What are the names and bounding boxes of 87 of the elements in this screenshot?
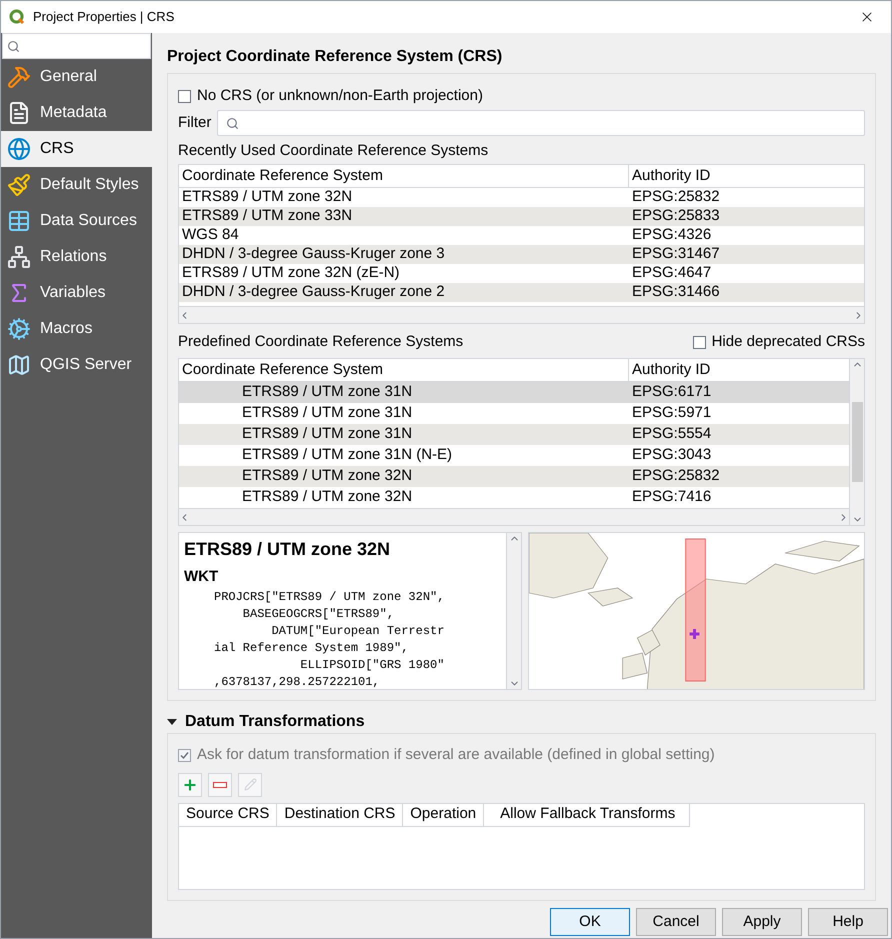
search-icon xyxy=(226,116,240,130)
dialog-button[interactable]: Cancel xyxy=(636,908,716,936)
table-cell-text: EPSG:3043 xyxy=(631,445,712,466)
add-button[interactable] xyxy=(178,772,202,796)
table-cell-text: EPSG:5971 xyxy=(631,403,712,424)
filter-field[interactable] xyxy=(217,110,865,136)
wkt-heading: WKT xyxy=(184,567,220,587)
column-header[interactable]: Operation xyxy=(403,804,484,826)
section-heading: Datum Transformations xyxy=(185,712,365,732)
sidebar-item[interactable]: Metadata xyxy=(1,95,152,131)
sidebar-item[interactable]: Macros xyxy=(1,311,152,347)
wkt-text: PROJCRS["ETRS89 / UTM zone 32N", BASEGEOGCRS["ETRS89", DATUM["European Terrestr ial Reference System 1989", ELLIPSOID["GRS 1980" ,6378137,298.257222101, xyxy=(213,588,446,689)
dialog-button[interactable]: Help xyxy=(808,908,888,936)
column-header[interactable]: Coordinate Reference System xyxy=(179,164,629,188)
pencil-icon xyxy=(244,778,256,791)
table-cell-text: ETRS89 / UTM zone 33N xyxy=(181,206,354,226)
horizontal-scrollbar[interactable] xyxy=(179,508,849,525)
table-cell-text: EPSG:6171 xyxy=(631,382,712,402)
column-header[interactable]: Destination CRS xyxy=(277,804,404,826)
table-cell-text: EPSG:4647 xyxy=(631,263,712,284)
map-icon xyxy=(7,353,31,377)
table-cell-text: EPSG:7416 xyxy=(631,487,712,508)
table-cell-text: ETRS89 / UTM zone 31N xyxy=(241,382,414,402)
plus-icon xyxy=(182,776,198,792)
check-icon xyxy=(180,750,189,760)
checkbox-label: Ask for datum transformation if several are available (defined in global setting) xyxy=(197,745,715,765)
sidebar-search-field[interactable] xyxy=(2,33,151,59)
column-header[interactable]: Coordinate Reference System xyxy=(179,358,629,382)
table-cell-text: EPSG:25832 xyxy=(631,466,721,486)
table-title: Predefined Coordinate Reference Systems xyxy=(178,332,464,352)
table-cell-text: ETRS89 / UTM zone 31N (N-E) xyxy=(241,445,454,466)
table-cell-text: EPSG:25832 xyxy=(631,187,721,208)
sidebar-item[interactable]: Default Styles xyxy=(1,167,152,203)
sidebar-item[interactable]: Data Sources xyxy=(1,203,152,239)
gear-icon xyxy=(7,317,31,341)
column-header[interactable]: Allow Fallback Transforms xyxy=(484,804,690,826)
table-icon xyxy=(7,209,31,233)
table-cell-text: ETRS89 / UTM zone 32N xyxy=(181,187,354,208)
table-row[interactable]: ETRS89 / UTM zone 31N EPSG:6171 xyxy=(179,382,849,403)
column-header[interactable]: Source CRS xyxy=(179,804,278,826)
table-cell-text: ETRS89 / UTM zone 32N xyxy=(241,466,414,486)
app-logo-icon xyxy=(9,9,25,25)
vertical-scrollbar[interactable] xyxy=(506,533,521,689)
checkbox-label: Hide deprecated CRSs xyxy=(712,332,865,352)
collapse-arrow-icon[interactable] xyxy=(167,717,177,727)
minus-icon xyxy=(213,782,227,788)
table-cell-text: ETRS89 / UTM zone 31N xyxy=(241,403,414,424)
table-cell-text: EPSG:31467 xyxy=(631,244,721,264)
table-cell-text: ETRS89 / UTM zone 32N xyxy=(241,487,414,508)
crs-details-title: ETRS89 / UTM zone 32N xyxy=(184,538,392,561)
hammer-icon xyxy=(7,65,31,89)
dialog-button[interactable]: OK xyxy=(550,908,630,936)
sidebar-item[interactable]: CRS xyxy=(1,131,152,167)
table-cell-text: EPSG:5554 xyxy=(631,424,712,444)
table-cell-text: ETRS89 / UTM zone 32N (zE-N) xyxy=(181,263,401,284)
filter-label: Filter xyxy=(178,112,212,133)
table-cell-text: DHDN / 3-degree Gauss-Kruger zone 3 xyxy=(181,244,446,264)
table-cell-text: ETRS89 / UTM zone 31N xyxy=(241,424,414,444)
column-header[interactable]: Authority ID xyxy=(629,358,849,382)
sidebar-item[interactable]: General xyxy=(1,59,152,95)
document-icon xyxy=(7,101,31,125)
table-title: Recently Used Coordinate Reference Systems xyxy=(178,140,490,161)
table-cell-text: EPSG:25833 xyxy=(631,206,721,226)
search-icon xyxy=(7,40,20,52)
relations-icon xyxy=(7,245,31,269)
checkbox[interactable] xyxy=(178,90,191,102)
table-cell-text: DHDN / 3-degree Gauss-Kruger zone 2 xyxy=(181,282,446,302)
horizontal-scrollbar[interactable] xyxy=(179,306,864,323)
table-row[interactable]: ETRS89 / UTM zone 32N EPSG:25832 xyxy=(179,466,849,487)
sidebar-item[interactable]: QGIS Server xyxy=(1,347,152,383)
sidebar-item[interactable]: Variables xyxy=(1,275,152,311)
checkbox-label: No CRS (or unknown/non-Earth projection) xyxy=(197,86,483,106)
checkbox[interactable] xyxy=(692,336,706,348)
scrollbar-thumb[interactable] xyxy=(852,402,862,482)
paintbrush-icon xyxy=(7,173,31,197)
section-heading: Project Coordinate Reference System (CRS) xyxy=(167,47,504,67)
table-cell-text: EPSG:31466 xyxy=(631,282,721,302)
table-cell-text: EPSG:4326 xyxy=(631,225,712,246)
table-cell-text: WGS 84 xyxy=(181,225,240,246)
window-title: Project Properties | CRS xyxy=(33,8,174,26)
column-header[interactable]: Authority ID xyxy=(629,164,864,188)
sidebar-item[interactable]: Relations xyxy=(1,239,152,275)
table-row[interactable]: ETRS89 / UTM zone 31N EPSG:5554 xyxy=(179,424,849,445)
remove-button[interactable] xyxy=(208,772,232,796)
globe-icon xyxy=(7,137,31,161)
dialog-button[interactable]: Apply xyxy=(722,908,802,936)
vertical-scrollbar[interactable] xyxy=(849,359,864,525)
